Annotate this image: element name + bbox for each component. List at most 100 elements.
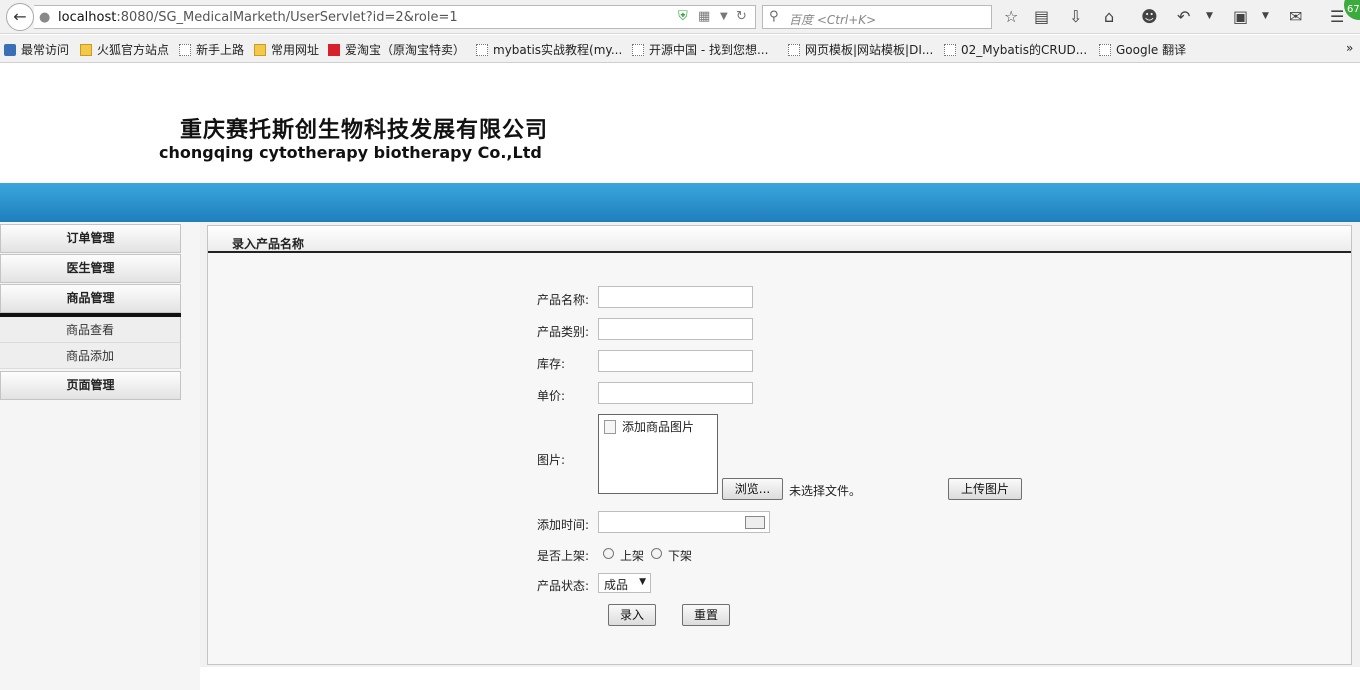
sidebar: 订单管理 医生管理 商品管理 商品查看 商品添加 页面管理: [0, 222, 200, 690]
shield-icon[interactable]: ⛨: [678, 9, 688, 24]
bookmark-label: 网页模板|网站模板|DI...: [805, 43, 934, 57]
bookmark-item[interactable]: 新手上路: [179, 41, 244, 58]
search-bar[interactable]: ⚲ 百度 <Ctrl+K>: [762, 5, 992, 29]
company-name-en: chongqing cytotherapy biotherapy Co.,Ltd: [159, 143, 542, 162]
on-shelf-no-radio[interactable]: [651, 548, 662, 559]
on-shelf-label: 是否上架:: [537, 549, 590, 563]
bookmark-label: 爱淘宝（原淘宝特卖）: [345, 43, 466, 57]
qr-icon[interactable]: ▦: [698, 9, 710, 24]
chevron-down-icon[interactable]: ▼: [1262, 11, 1269, 21]
added-time-label: 添加时间:: [537, 518, 590, 532]
panel-title: 录入产品名称: [232, 237, 305, 251]
chevron-down-icon[interactable]: ▼: [1206, 11, 1213, 21]
product-image-preview: 添加商品图片: [598, 414, 718, 494]
image-label: 图片:: [537, 453, 566, 467]
bookmark-label: Google 翻译: [1116, 43, 1187, 57]
browser-toolbar: ← ● localhost:8080/SG_MedicalMarketh/Use…: [0, 0, 1360, 34]
menu-doctor-management[interactable]: 医生管理: [0, 254, 181, 283]
reading-list-icon[interactable]: ▤: [1034, 7, 1049, 26]
product-name-input[interactable]: [598, 286, 753, 308]
star-icon[interactable]: ☆: [1004, 7, 1018, 26]
bookmark-label: 02_Mybatis的CRUD...: [961, 43, 1088, 57]
menu-page-management[interactable]: 页面管理: [0, 371, 181, 400]
bookmark-label: 新手上路: [196, 43, 245, 57]
bookmark-label: 最常访问: [21, 43, 70, 57]
bookmarks-overflow-button[interactable]: »: [1346, 41, 1353, 55]
bookmarks-bar: 最常访问 火狐官方站点 新手上路 常用网址 爱淘宝（原淘宝特卖） mybatis…: [0, 35, 1360, 63]
added-time-input[interactable]: [598, 511, 770, 533]
image-alt-text: 添加商品图片: [622, 420, 695, 434]
stock-input[interactable]: [598, 350, 753, 372]
submit-button[interactable]: 录入: [608, 604, 656, 626]
back-button[interactable]: ←: [6, 3, 34, 31]
bookmark-item[interactable]: 02_Mybatis的CRUD...: [944, 41, 1087, 58]
submenu-product-add[interactable]: 商品添加: [0, 343, 181, 369]
reload-icon[interactable]: ↻: [736, 9, 747, 24]
notification-badge: 67: [1344, 0, 1360, 20]
bookmark-item[interactable]: 网页模板|网站模板|DI...: [788, 41, 933, 58]
product-status-select[interactable]: 成品 ▼: [598, 573, 651, 593]
undo-icon[interactable]: ↶: [1177, 7, 1190, 26]
bookmark-label: 常用网址: [271, 43, 320, 57]
bookmark-icon: [4, 44, 16, 56]
chevron-down-icon: ▼: [639, 577, 646, 587]
price-label: 单价:: [537, 389, 566, 403]
bookmark-item[interactable]: 火狐官方站点: [80, 41, 169, 58]
product-status-value: 成品: [604, 578, 629, 592]
panel-body: [208, 253, 1351, 664]
page-icon: [476, 44, 488, 56]
folder-icon: [80, 44, 92, 56]
page-icon: [179, 44, 191, 56]
chevron-down-icon[interactable]: ▼: [720, 11, 728, 22]
submenu-product-view[interactable]: 商品查看: [0, 317, 181, 343]
product-status-label: 产品状态:: [537, 579, 590, 593]
home-icon[interactable]: ⌂: [1104, 7, 1114, 26]
browse-button[interactable]: 浏览...: [722, 478, 783, 500]
taobao-icon: [328, 44, 340, 56]
menu-product-management[interactable]: 商品管理: [0, 284, 181, 313]
url-text: localhost:8080/SG_MedicalMarketh/UserSer…: [58, 10, 458, 25]
page-icon: [1099, 44, 1111, 56]
on-shelf-yes-radio[interactable]: [603, 548, 614, 559]
bookmark-item[interactable]: Google 翻译: [1099, 41, 1186, 58]
reset-button[interactable]: 重置: [682, 604, 730, 626]
on-shelf-no-label: 下架: [668, 549, 693, 563]
bookmark-item[interactable]: 最常访问: [4, 41, 69, 58]
product-name-label: 产品名称:: [537, 293, 590, 307]
bottom-strip: [200, 667, 1360, 690]
search-icon: ⚲: [769, 9, 779, 24]
chat-icon[interactable]: ☻: [1141, 7, 1158, 26]
globe-icon: ●: [39, 10, 51, 25]
bookmark-item[interactable]: 常用网址: [254, 41, 319, 58]
url-host: localhost: [58, 10, 117, 25]
page-icon: [632, 44, 644, 56]
no-file-text: 未选择文件。: [789, 484, 862, 498]
folder-icon: [254, 44, 266, 56]
download-icon[interactable]: ⇩: [1069, 7, 1082, 26]
price-input[interactable]: [598, 382, 753, 404]
search-placeholder: 百度 <Ctrl+K>: [789, 13, 877, 27]
company-name-cn: 重庆赛托斯创生物科技发展有限公司: [180, 117, 549, 143]
comment-icon[interactable]: ✉: [1289, 7, 1302, 26]
panel-header: 录入产品名称: [208, 226, 1351, 253]
page-icon: [788, 44, 800, 56]
header-banner: [0, 183, 1360, 222]
calendar-icon[interactable]: [745, 516, 765, 529]
broken-image-icon: [604, 420, 616, 434]
bookmark-item[interactable]: 爱淘宝（原淘宝特卖）: [328, 41, 465, 58]
bookmark-label: 火狐官方站点: [97, 43, 170, 57]
bookmark-item[interactable]: mybatis实战教程(my...: [476, 41, 622, 58]
form-panel: 录入产品名称: [207, 225, 1352, 665]
url-path: :8080/SG_MedicalMarketh/UserServlet?id=2…: [116, 10, 458, 25]
bookmark-label: 开源中国 - 找到您想...: [649, 43, 769, 57]
product-category-input[interactable]: [598, 318, 753, 340]
crop-icon[interactable]: ▣: [1233, 7, 1248, 26]
upload-image-button[interactable]: 上传图片: [948, 478, 1022, 500]
bookmark-item[interactable]: 开源中国 - 找到您想...: [632, 41, 768, 58]
page-icon: [944, 44, 956, 56]
menu-icon[interactable]: ☰: [1330, 7, 1344, 26]
menu-order-management[interactable]: 订单管理: [0, 224, 181, 253]
stock-label: 库存:: [537, 357, 566, 371]
url-bar[interactable]: ● localhost:8080/SG_MedicalMarketh/UserS…: [34, 5, 756, 29]
product-category-label: 产品类别:: [537, 325, 590, 339]
